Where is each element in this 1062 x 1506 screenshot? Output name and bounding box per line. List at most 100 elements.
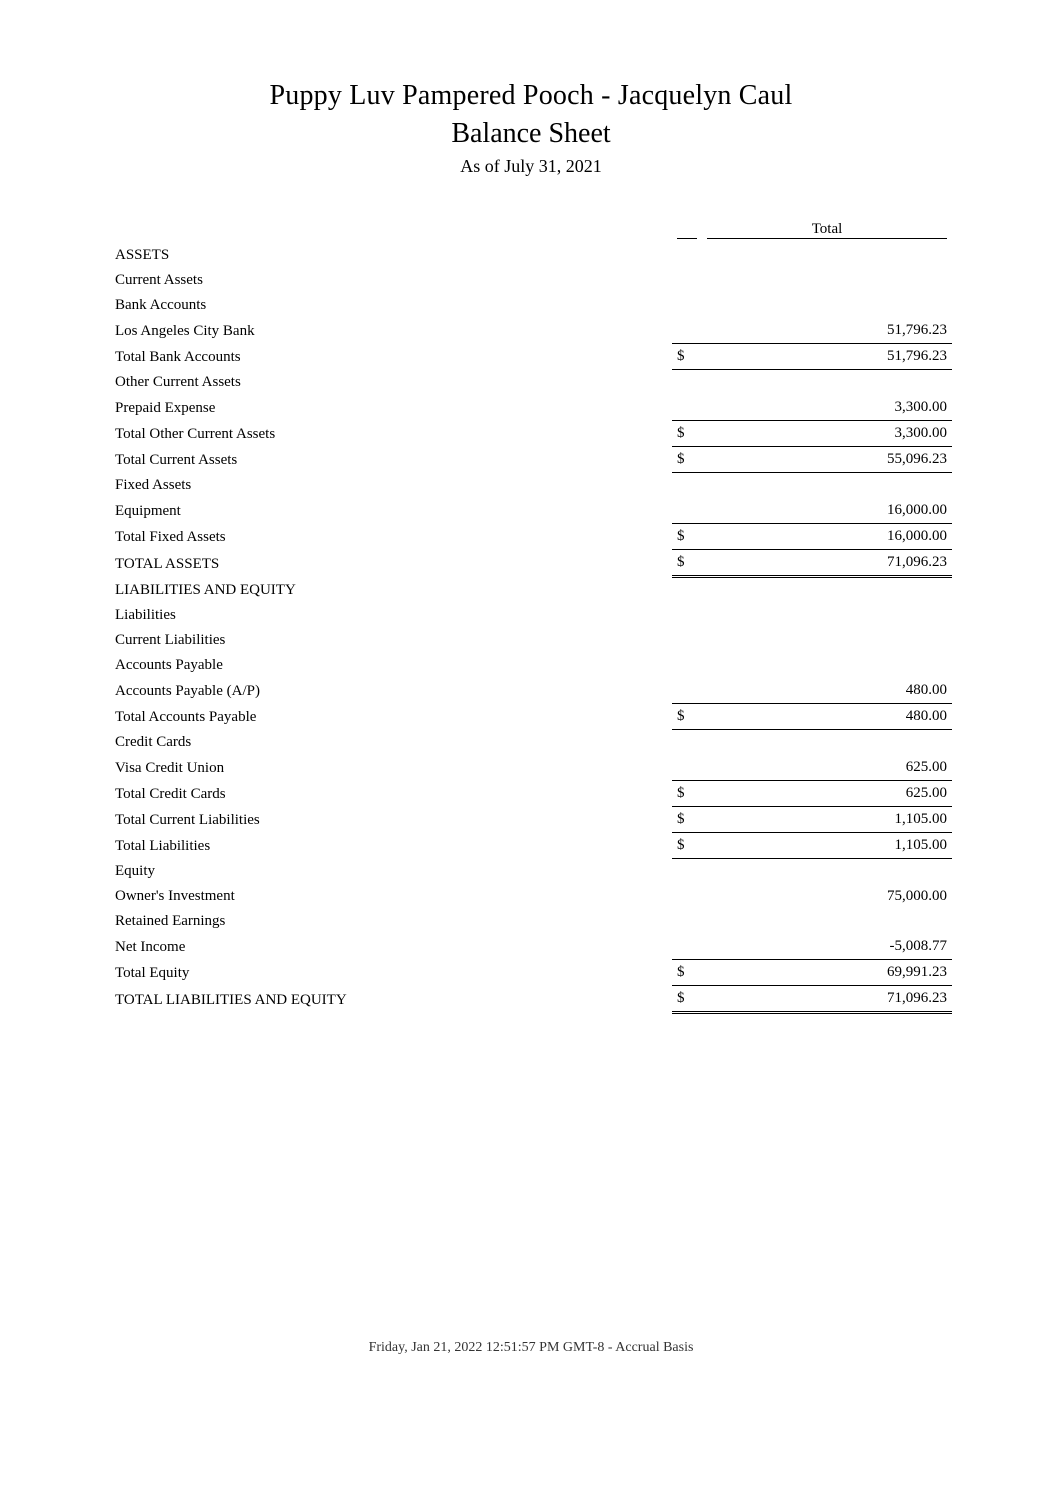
row-amount: 1,105.00 bbox=[702, 833, 952, 859]
currency-symbol: $ bbox=[672, 960, 702, 986]
row-amount bbox=[702, 243, 952, 268]
row-amount bbox=[702, 859, 952, 885]
row-amount bbox=[702, 473, 952, 499]
table-row: Total Credit Cards$625.00 bbox=[110, 781, 952, 807]
page: Puppy Luv Pampered Pooch - Jacquelyn Cau… bbox=[0, 0, 1062, 1506]
currency-symbol: $ bbox=[672, 833, 702, 859]
total-column-header: Total bbox=[707, 221, 947, 239]
table-row: Total Accounts Payable$480.00 bbox=[110, 704, 952, 730]
table-row: Total Fixed Assets$16,000.00 bbox=[110, 524, 952, 550]
row-amount: 480.00 bbox=[702, 678, 952, 704]
currency-symbol bbox=[672, 473, 702, 499]
row-amount bbox=[702, 628, 952, 653]
row-label: Visa Credit Union bbox=[110, 755, 672, 781]
row-label: Total Credit Cards bbox=[110, 781, 672, 807]
currency-symbol bbox=[672, 293, 702, 318]
row-label: Total Liabilities bbox=[110, 833, 672, 859]
table-row: Other Current Assets bbox=[110, 370, 952, 396]
currency-symbol bbox=[672, 884, 702, 909]
currency-symbol: $ bbox=[672, 421, 702, 447]
currency-symbol: $ bbox=[672, 344, 702, 370]
row-amount bbox=[702, 653, 952, 678]
table-row: Credit Cards bbox=[110, 730, 952, 756]
currency-symbol bbox=[672, 678, 702, 704]
row-amount: 625.00 bbox=[702, 781, 952, 807]
table-row: Owner's Investment 75,000.00 bbox=[110, 884, 952, 909]
currency-symbol bbox=[672, 628, 702, 653]
row-label: Prepaid Expense bbox=[110, 395, 672, 421]
row-amount: 3,300.00 bbox=[702, 395, 952, 421]
currency-symbol bbox=[672, 268, 702, 293]
table-row: Retained Earnings bbox=[110, 909, 952, 934]
currency-symbol bbox=[672, 730, 702, 756]
row-label: Total Current Assets bbox=[110, 447, 672, 473]
table-row: Visa Credit Union 625.00 bbox=[110, 755, 952, 781]
row-label: TOTAL ASSETS bbox=[110, 550, 672, 577]
row-amount: -5,008.77 bbox=[702, 934, 952, 960]
row-label: Equipment bbox=[110, 498, 672, 524]
row-label: Total Current Liabilities bbox=[110, 807, 672, 833]
currency-symbol: $ bbox=[672, 704, 702, 730]
row-label: ASSETS bbox=[110, 243, 672, 268]
table-row: Current Assets bbox=[110, 268, 952, 293]
table-row: ASSETS bbox=[110, 243, 952, 268]
table-row: Total Other Current Assets$3,300.00 bbox=[110, 421, 952, 447]
row-label: Los Angeles City Bank bbox=[110, 318, 672, 344]
table-row: Equipment 16,000.00 bbox=[110, 498, 952, 524]
row-label: Net Income bbox=[110, 934, 672, 960]
currency-symbol bbox=[672, 243, 702, 268]
row-label: Total Fixed Assets bbox=[110, 524, 672, 550]
table-row: Accounts Payable (A/P) 480.00 bbox=[110, 678, 952, 704]
row-amount: 1,105.00 bbox=[702, 807, 952, 833]
table-row: Total Bank Accounts$51,796.23 bbox=[110, 344, 952, 370]
row-amount: 69,991.23 bbox=[702, 960, 952, 986]
table-row: TOTAL ASSETS$71,096.23 bbox=[110, 550, 952, 577]
as-of-date: As of July 31, 2021 bbox=[110, 156, 952, 177]
table-row: Bank Accounts bbox=[110, 293, 952, 318]
table-row: Total Current Assets$55,096.23 bbox=[110, 447, 952, 473]
row-label: Owner's Investment bbox=[110, 884, 672, 909]
row-label: Total Accounts Payable bbox=[110, 704, 672, 730]
row-label: Total Other Current Assets bbox=[110, 421, 672, 447]
table-row: LIABILITIES AND EQUITY bbox=[110, 577, 952, 604]
table-row: Los Angeles City Bank 51,796.23 bbox=[110, 318, 952, 344]
currency-symbol bbox=[672, 370, 702, 396]
table-row: Total Liabilities$1,105.00 bbox=[110, 833, 952, 859]
row-label: LIABILITIES AND EQUITY bbox=[110, 577, 672, 604]
currency-symbol: $ bbox=[672, 550, 702, 577]
row-label: Bank Accounts bbox=[110, 293, 672, 318]
report-title: Balance Sheet bbox=[110, 118, 952, 150]
row-label: TOTAL LIABILITIES AND EQUITY bbox=[110, 986, 672, 1013]
row-label: Fixed Assets bbox=[110, 473, 672, 499]
report-header: Puppy Luv Pampered Pooch - Jacquelyn Cau… bbox=[110, 80, 952, 177]
currency-symbol: $ bbox=[672, 807, 702, 833]
row-label: Other Current Assets bbox=[110, 370, 672, 396]
row-label: Accounts Payable (A/P) bbox=[110, 678, 672, 704]
row-amount: 71,096.23 bbox=[702, 986, 952, 1013]
currency-symbol bbox=[672, 755, 702, 781]
row-label: Equity bbox=[110, 859, 672, 885]
row-label: Current Assets bbox=[110, 268, 672, 293]
currency-symbol: $ bbox=[672, 524, 702, 550]
row-amount bbox=[702, 293, 952, 318]
table-row: Accounts Payable bbox=[110, 653, 952, 678]
balance-sheet-table: Total ASSETS Current Assets Bank Account… bbox=[110, 217, 952, 1014]
row-amount: 16,000.00 bbox=[702, 498, 952, 524]
currency-symbol: $ bbox=[672, 781, 702, 807]
table-row: Total Equity$69,991.23 bbox=[110, 960, 952, 986]
row-label: Accounts Payable bbox=[110, 653, 672, 678]
row-amount: 480.00 bbox=[702, 704, 952, 730]
row-amount bbox=[702, 370, 952, 396]
row-amount: 75,000.00 bbox=[702, 884, 952, 909]
currency-symbol bbox=[672, 934, 702, 960]
currency-symbol bbox=[672, 603, 702, 628]
row-label: Current Liabilities bbox=[110, 628, 672, 653]
company-name: Puppy Luv Pampered Pooch - Jacquelyn Cau… bbox=[110, 80, 952, 112]
table-row: Net Income -5,008.77 bbox=[110, 934, 952, 960]
currency-symbol: $ bbox=[672, 447, 702, 473]
row-amount: 55,096.23 bbox=[702, 447, 952, 473]
row-amount bbox=[702, 730, 952, 756]
row-amount: 51,796.23 bbox=[702, 318, 952, 344]
row-amount bbox=[702, 268, 952, 293]
row-label: Liabilities bbox=[110, 603, 672, 628]
